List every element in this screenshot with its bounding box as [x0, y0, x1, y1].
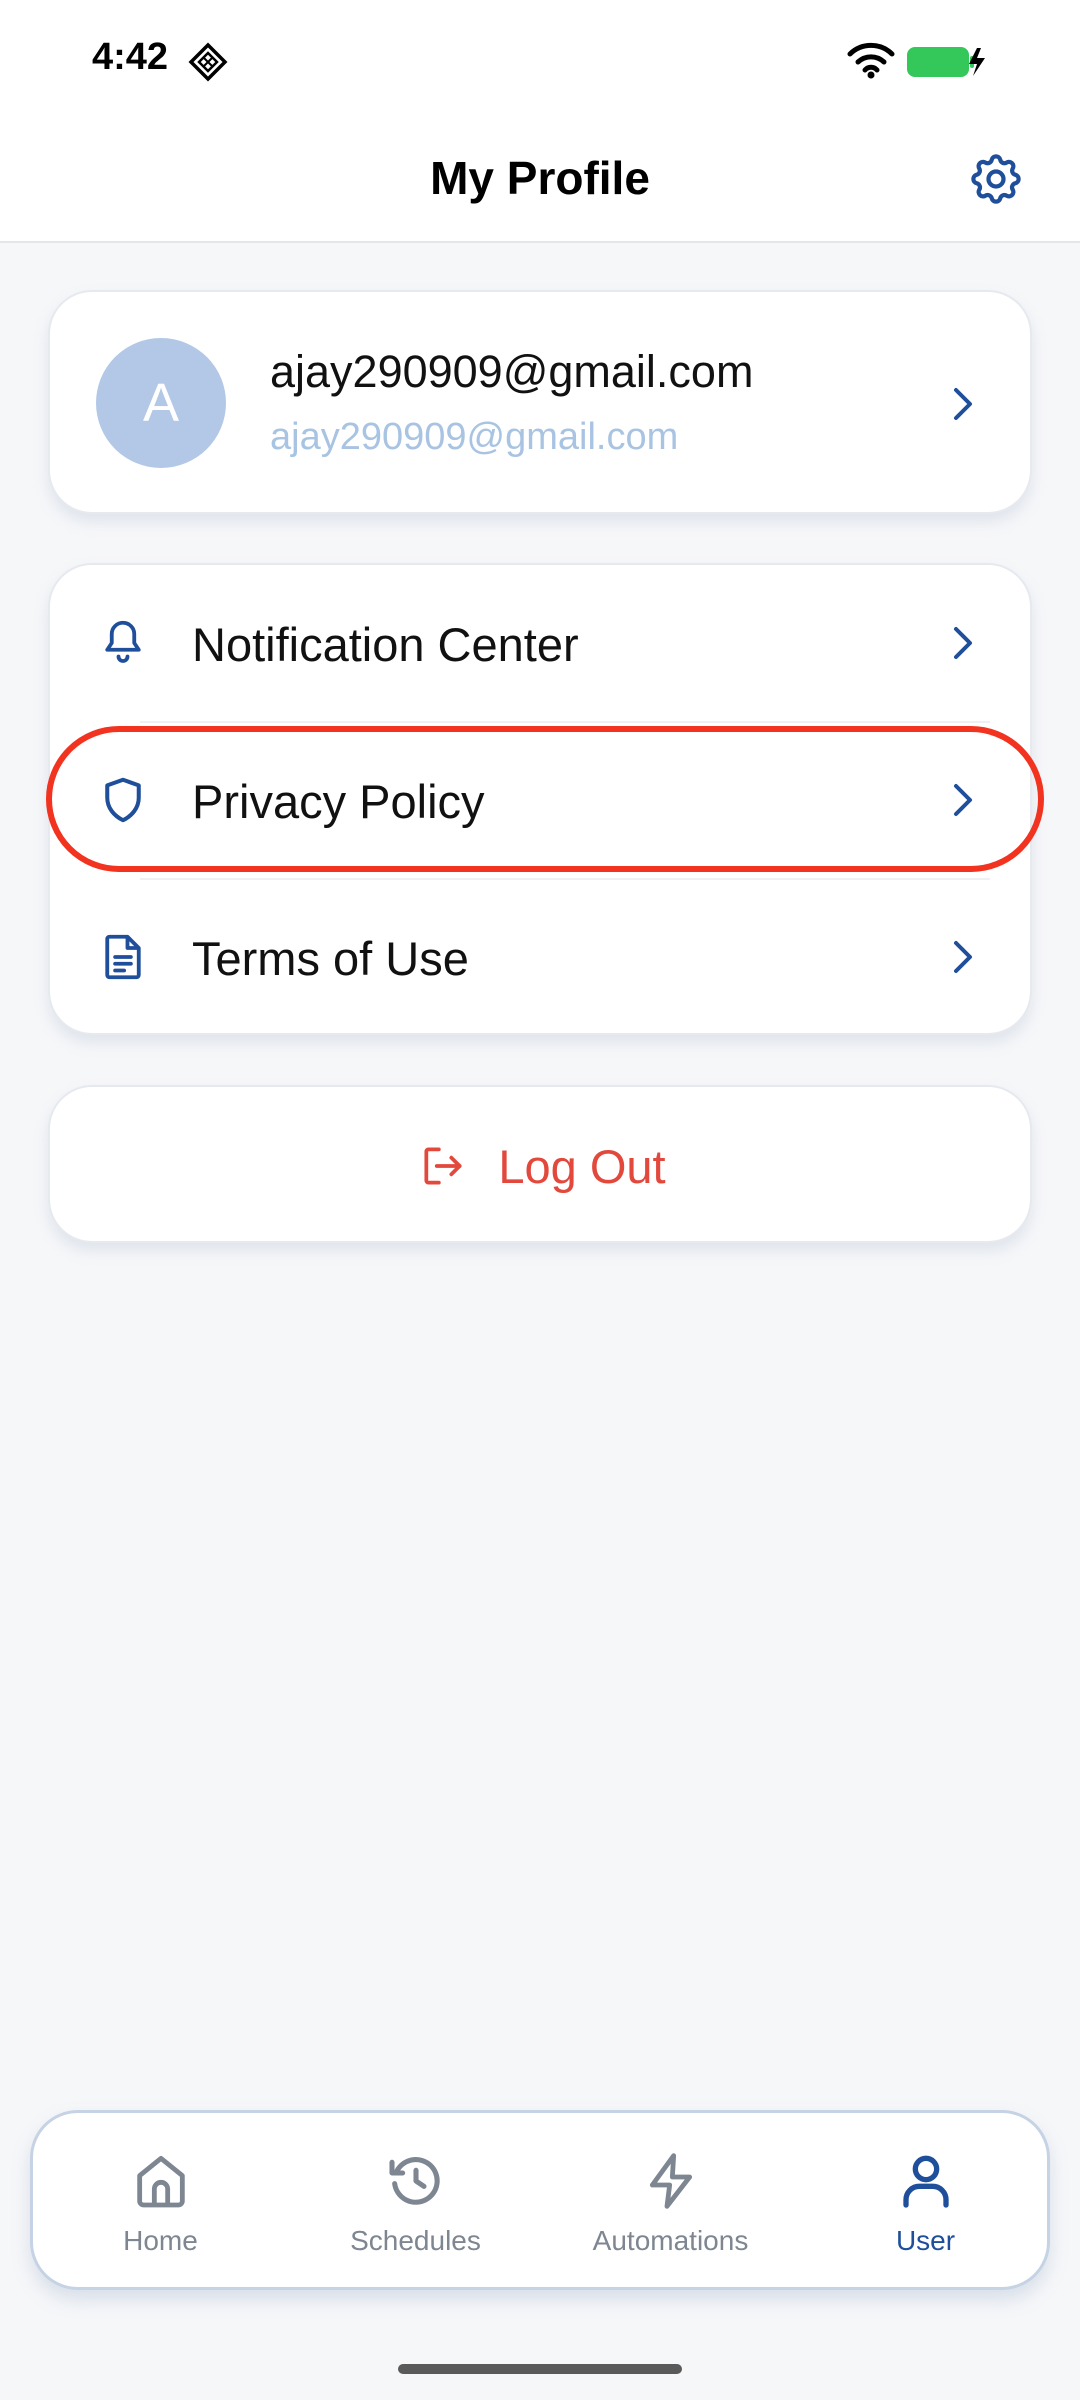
tab-label: Automations	[592, 2225, 749, 2256]
app-header: My Profile	[0, 125, 1080, 243]
menu-item-label: Terms of Use	[192, 932, 469, 985]
home-indicator	[398, 2364, 682, 2374]
tab-label: User	[895, 2225, 956, 2256]
tab-automations[interactable]: Automations	[543, 2113, 798, 2293]
chevron-right-icon	[954, 941, 972, 973]
tab-user[interactable]: User	[798, 2113, 1053, 2293]
logout-icon	[424, 1147, 462, 1185]
lightning-icon	[649, 2153, 693, 2209]
tab-label: Home	[123, 2225, 198, 2256]
tab-schedules[interactable]: Schedules	[288, 2113, 543, 2293]
logout-button[interactable]: Log Out	[50, 1087, 1034, 1245]
shield-icon	[105, 777, 141, 823]
menu-item-label: Notification Center	[192, 618, 579, 671]
profile-name: ajay290909@gmail.com	[270, 346, 754, 397]
bell-icon	[105, 620, 141, 663]
menu-item-label: Privacy Policy	[192, 775, 485, 828]
settings-menu: Notification Center Privacy Policy Terms…	[48, 563, 1032, 1035]
document-icon	[105, 934, 141, 980]
avatar: A	[96, 338, 226, 468]
menu-item-privacy-policy[interactable]: Privacy Policy	[50, 722, 1034, 878]
chevron-right-icon	[954, 784, 972, 816]
wifi-icon	[847, 42, 895, 79]
diamond-icon	[188, 42, 228, 82]
logout-label: Log Out	[498, 1139, 666, 1193]
user-icon	[903, 2155, 949, 2208]
status-bar: 4:42	[0, 0, 1080, 125]
tab-home[interactable]: Home	[33, 2113, 288, 2293]
status-time: 4:42	[92, 36, 169, 78]
bottom-tab-bar: Home Schedules Automations User	[30, 2110, 1050, 2290]
menu-item-terms-of-use[interactable]: Terms of Use	[50, 879, 1034, 1035]
chevron-right-icon	[954, 388, 972, 420]
tab-label: Schedules	[350, 2225, 481, 2256]
page-title: My Profile	[430, 152, 650, 204]
chevron-right-icon	[954, 627, 972, 659]
menu-item-notification-center[interactable]: Notification Center	[50, 565, 1034, 721]
battery-charging-icon	[907, 47, 985, 77]
history-icon	[389, 2157, 440, 2205]
home-icon	[137, 2155, 185, 2208]
logout-card: Log Out	[48, 1085, 1032, 1243]
gear-icon[interactable]	[966, 149, 1026, 209]
profile-card[interactable]: A ajay290909@gmail.com ajay290909@gmail.…	[48, 290, 1032, 514]
profile-email: ajay290909@gmail.com	[270, 416, 679, 458]
